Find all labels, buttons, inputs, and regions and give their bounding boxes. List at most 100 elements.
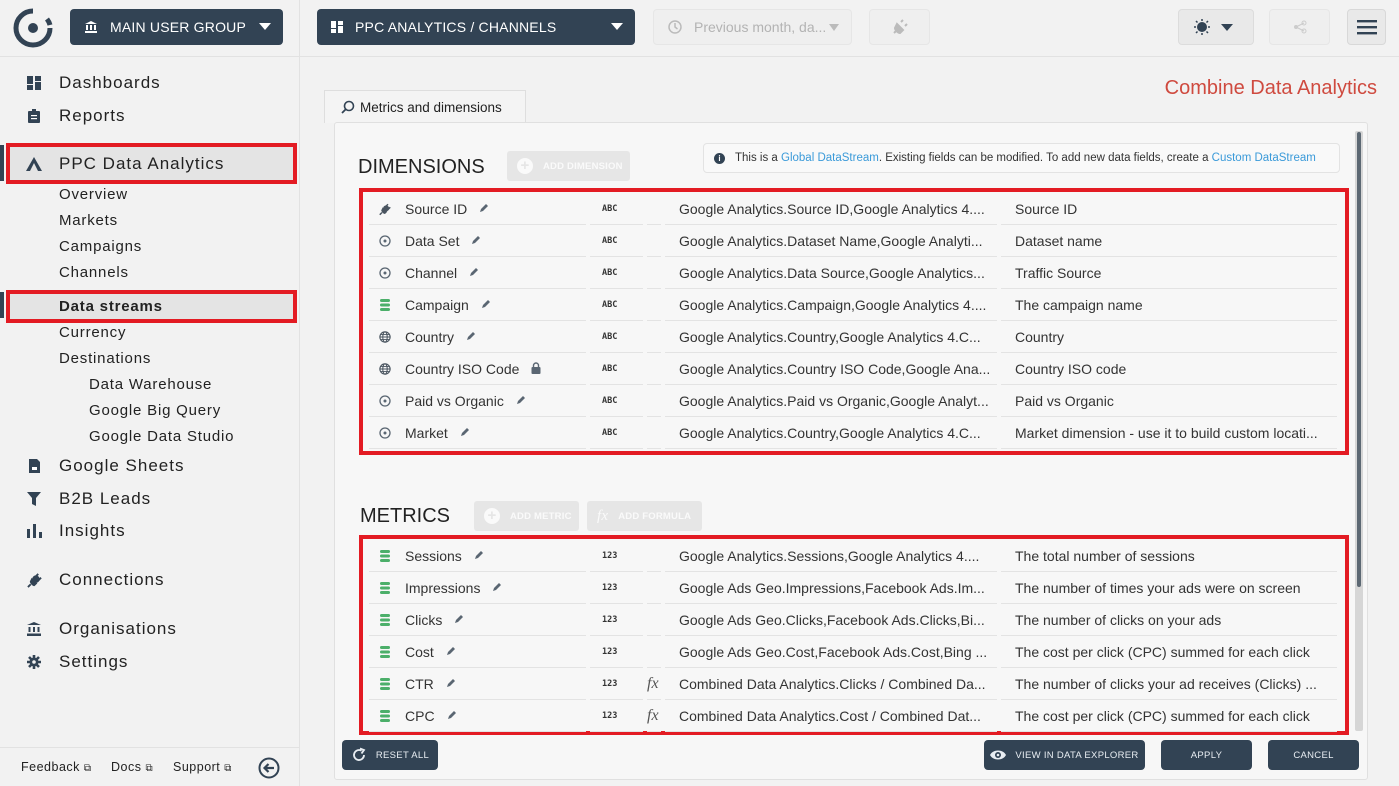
feedback-link[interactable]: Feedback ⧉ [21, 760, 92, 774]
field-type: ABC [602, 236, 618, 246]
sidebar-item-organisations[interactable]: Organisations [0, 618, 299, 640]
field-source: Google Analytics.Data Source,Google Anal… [679, 265, 985, 281]
field-source-cell: Google Analytics.Country,Google Analytic… [665, 322, 997, 353]
active-indicator [0, 292, 4, 318]
hamburger-icon [1356, 20, 1377, 35]
share-button[interactable] [1269, 9, 1330, 45]
field-type: 123 [602, 551, 618, 561]
table-row[interactable]: Clicks 123 Google Ads Geo.Clicks,Facebook … [363, 605, 1345, 637]
sidebar-item-b2b-leads[interactable]: B2B Leads [0, 488, 299, 510]
sidebar-subitem-currency[interactable]: Currency [59, 324, 126, 341]
formula-cell [647, 637, 661, 668]
sidebar-subitem-channels[interactable]: Channels [59, 264, 129, 281]
theme-dropdown[interactable] [1178, 9, 1254, 45]
sidebar-subitem-data-streams[interactable]: Data streams [59, 298, 163, 315]
edit-pencil-icon[interactable] [446, 677, 456, 691]
sidebar-item-insights[interactable]: Insights [0, 520, 299, 542]
field-description-cell: The cost per click (CPC) summed for each… [1001, 637, 1337, 668]
sidebar-item-google-sheets[interactable]: Google Sheets [0, 455, 299, 477]
field-description-cell: Traffic Source [1001, 258, 1337, 289]
scrollbar-thumb[interactable] [1357, 132, 1361, 587]
edit-pencil-icon[interactable] [471, 234, 481, 248]
connections-button[interactable] [869, 9, 930, 45]
sidebar-item-ppc-data-analytics[interactable]: PPC Data Analytics [0, 153, 299, 175]
edit-pencil-icon[interactable] [460, 426, 470, 440]
field-name: Country ISO Code [405, 361, 520, 377]
funnel-icon [26, 491, 42, 507]
add-dimension-button[interactable]: + ADD DIMENSION [507, 151, 630, 181]
field-type: ABC [602, 300, 618, 310]
support-link[interactable]: Support ⧉ [173, 760, 232, 774]
edit-pencil-icon[interactable] [446, 645, 456, 659]
main-menu-button[interactable] [1347, 9, 1386, 45]
edit-pencil-icon[interactable] [469, 266, 479, 280]
sidebar-subitem-destinations[interactable]: Destinations [59, 350, 151, 367]
edit-pencil-icon[interactable] [466, 330, 476, 344]
field-source: Google Analytics.Paid vs Organic,Google … [679, 393, 989, 409]
table-row[interactable]: Impressions 123 Google Ads Geo.Impressions… [363, 573, 1345, 605]
table-row[interactable]: Campaign ABC Google Analytics.Campaign,Goo… [363, 290, 1345, 322]
sidebar-subitem-google-data-studio[interactable]: Google Data Studio [89, 428, 234, 445]
tab-metrics-and-dimensions[interactable]: Metrics and dimensions [324, 90, 526, 123]
edit-pencil-icon[interactable] [474, 549, 484, 563]
table-row[interactable]: CPC 123 fx Combined Data Analytics.Cost / C… [363, 701, 1345, 733]
table-row[interactable]: Channel ABC Google Analytics.Data Source,G… [363, 258, 1345, 290]
table-row[interactable]: Source ID ABC Google Analytics.Source ID,G… [363, 194, 1345, 226]
field-description: Country [1015, 329, 1065, 345]
edit-pencil-icon[interactable] [481, 298, 491, 312]
table-row[interactable]: Cost 123 Google Ads Geo.Cost,Facebook Ads.… [363, 637, 1345, 669]
table-row[interactable]: CTR 123 fx Combined Data Analytics.Clicks /… [363, 669, 1345, 701]
reset-all-button[interactable]: RESET ALL [342, 740, 438, 770]
bank-icon [85, 21, 97, 33]
field-name-cell: Paid vs Organic [369, 386, 586, 417]
user-group-dropdown[interactable]: MAIN USER GROUP [70, 9, 283, 45]
edit-pencil-icon[interactable] [492, 581, 502, 595]
field-type-cell: ABC [590, 418, 643, 449]
table-row[interactable]: Country ABC Google Analytics.Country,Googl… [363, 322, 1345, 354]
sidebar-subitem-google-big-query[interactable]: Google Big Query [89, 402, 221, 419]
table-row[interactable]: Country ISO Code ABC Google Analytics.Coun… [363, 354, 1345, 386]
info-prefix: This is a [735, 152, 782, 164]
field-type: 123 [602, 679, 618, 689]
collapse-sidebar-icon[interactable] [258, 757, 280, 779]
edit-pencil-icon[interactable] [479, 202, 489, 216]
table-row[interactable]: Data Set ABC Google Analytics.Dataset Name… [363, 226, 1345, 258]
sidebar-item-connections[interactable]: Connections [0, 569, 299, 591]
add-formula-button[interactable]: fx ADD FORMULA [587, 501, 702, 531]
table-row[interactable]: Sessions 123 Google Analytics.Sessions,Goo… [363, 541, 1345, 573]
table-row[interactable]: Paid vs Organic ABC Google Analytics.Paid … [363, 386, 1345, 418]
edit-pencil-icon[interactable] [516, 394, 526, 408]
edit-pencil-icon[interactable] [454, 613, 464, 627]
sidebar-subitem-markets[interactable]: Markets [59, 212, 118, 229]
plug-icon [26, 572, 42, 588]
sidebar-item-reports[interactable]: Reports [0, 105, 299, 127]
field-type-cell: ABC [590, 226, 643, 257]
table-row[interactable]: Market ABC Google Analytics.Country,Google… [363, 418, 1345, 450]
sidebar-item-dashboards[interactable]: Dashboards [0, 72, 299, 94]
reset-all-label: RESET ALL [375, 749, 430, 761]
sidebar-subitem-data-warehouse[interactable]: Data Warehouse [89, 376, 212, 393]
apply-button[interactable]: APPLY [1161, 740, 1252, 770]
sidebar-item-label: Settings [59, 652, 129, 671]
cancel-button[interactable]: CANCEL [1268, 740, 1359, 770]
date-range-dropdown[interactable]: Previous month, da... [653, 9, 852, 45]
global-datastream-link[interactable]: Global DataStream [781, 152, 879, 164]
add-metric-button[interactable]: + ADD METRIC [474, 501, 579, 531]
sidebar-item-settings[interactable]: Settings [0, 651, 299, 673]
dashboard-dropdown[interactable]: PPC ANALYTICS / CHANNELS [317, 9, 635, 45]
custom-datastream-link[interactable]: Custom DataStream [1212, 152, 1316, 164]
docs-link[interactable]: Docs ⧉ [111, 760, 153, 774]
sidebar-subitem-overview[interactable]: Overview [59, 186, 128, 203]
field-description: The number of times your ads were on scr… [1015, 580, 1301, 596]
sidebar-subitem-campaigns[interactable]: Campaigns [59, 238, 142, 255]
app-logo-icon[interactable] [12, 7, 54, 49]
formula-cell [647, 386, 661, 417]
edit-pencil-icon[interactable] [447, 709, 457, 723]
view-in-data-explorer-button[interactable]: VIEW IN DATA EXPLORER [984, 740, 1145, 770]
field-description-cell: Country ISO code [1001, 354, 1337, 385]
field-description: The campaign name [1015, 297, 1143, 313]
field-name: CPC [405, 708, 435, 724]
metrics-table: Sessions 123 Google Analytics.Sessions,Goo… [359, 535, 1349, 735]
field-type-cell: ABC [590, 354, 643, 385]
dashboard-icon [26, 75, 42, 91]
